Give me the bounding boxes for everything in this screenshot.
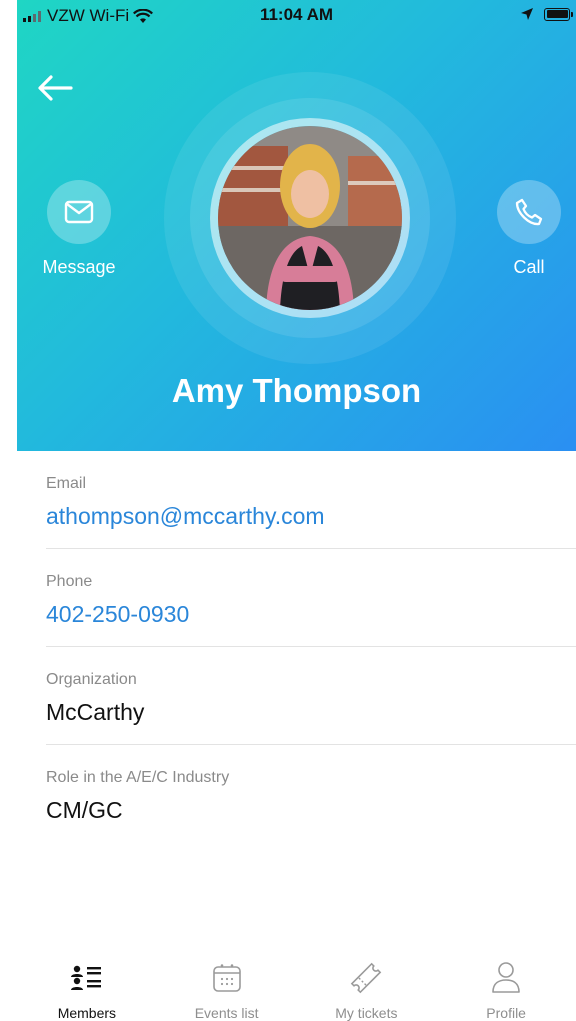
avatar — [210, 118, 410, 318]
user-icon — [492, 961, 520, 993]
organization-row: Organization McCarthy — [46, 647, 576, 745]
location-arrow-icon — [521, 8, 533, 20]
profile-header: VZW Wi-Fi 11:04 AM Message Call Amy Thom… — [17, 0, 576, 451]
phone-row: Phone 402-250-0930 — [46, 549, 576, 647]
tab-members-label: Members — [57, 1005, 117, 1021]
tab-members[interactable]: Members — [17, 958, 157, 1021]
organization-value: McCarthy — [46, 699, 145, 725]
status-bar: VZW Wi-Fi 11:04 AM — [17, 0, 576, 32]
call-action[interactable]: Call — [494, 180, 564, 278]
calendar-icon — [212, 963, 241, 992]
tab-events-list[interactable]: Events list — [157, 958, 297, 1021]
call-label: Call — [513, 257, 545, 277]
role-value: CM/GC — [46, 797, 123, 823]
tab-my-tickets-label: My tickets — [335, 1005, 398, 1021]
phone-icon — [515, 198, 543, 226]
member-detail-screen: VZW Wi-Fi 11:04 AM Message Call Amy Thom… — [17, 0, 576, 1021]
contact-details: Email athompson@mccarthy.com Phone 402-2… — [46, 451, 576, 843]
status-time: 11:04 AM — [259, 5, 334, 24]
avatar-photo — [218, 126, 402, 310]
message-label: Message — [42, 257, 116, 277]
members-icon — [70, 965, 101, 990]
profile-name: Amy Thompson — [171, 372, 422, 409]
back-button[interactable] — [35, 70, 75, 106]
role-row: Role in the A/E/C Industry CM/GC — [46, 745, 576, 843]
message-button[interactable] — [47, 180, 111, 244]
email-link[interactable]: athompson@mccarthy.com — [46, 503, 325, 530]
status-right — [520, 7, 573, 21]
email-label: Email — [46, 475, 87, 492]
screen: VZW Wi-Fi 11:04 AM Message Call Amy Thom… — [0, 0, 576, 1021]
tab-bar: Members Events list My tickets Profile — [17, 958, 576, 1021]
envelope-icon — [64, 200, 94, 224]
battery-icon — [544, 7, 573, 21]
phone-label: Phone — [46, 573, 93, 590]
organization-label: Organization — [46, 671, 137, 688]
ticket-icon — [351, 962, 382, 993]
back-arrow-icon — [38, 75, 73, 101]
tab-profile-label: Profile — [486, 1005, 526, 1021]
email-row: Email athompson@mccarthy.com — [46, 451, 576, 549]
tab-profile[interactable]: Profile — [436, 958, 576, 1021]
phone-link[interactable]: 402-250-0930 — [46, 601, 189, 628]
call-button[interactable] — [497, 180, 561, 244]
message-action[interactable]: Message — [39, 180, 119, 278]
tab-events-list-label: Events list — [194, 1005, 259, 1021]
tab-my-tickets[interactable]: My tickets — [297, 958, 437, 1021]
role-label: Role in the A/E/C Industry — [46, 769, 230, 786]
